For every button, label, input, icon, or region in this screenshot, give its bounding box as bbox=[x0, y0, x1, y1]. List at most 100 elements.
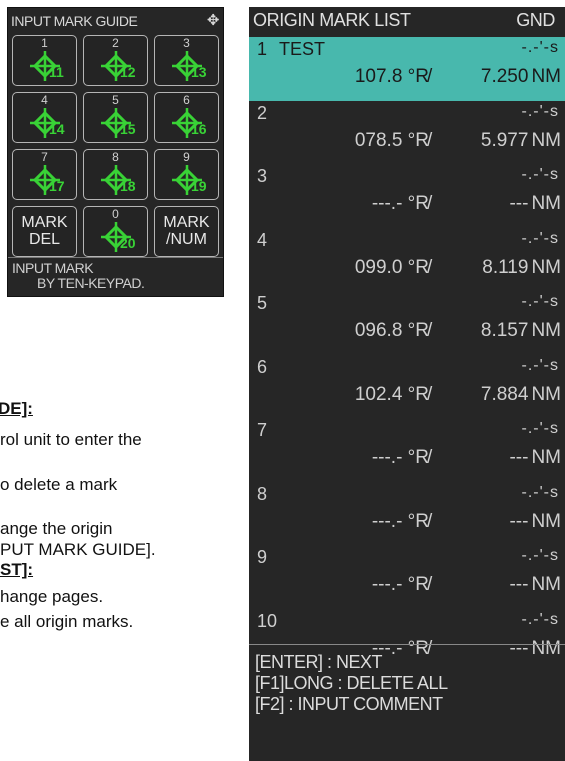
distance-value: 8.119 bbox=[482, 256, 529, 278]
doc-line-2: o delete a mark bbox=[0, 475, 118, 494]
mark-number: 16 bbox=[191, 121, 207, 137]
row-number: 8 bbox=[257, 483, 268, 504]
gnd-value: -.-'-s bbox=[521, 483, 559, 501]
mark-number: 12 bbox=[120, 64, 136, 80]
distance: 8.157 NM bbox=[481, 320, 561, 342]
key-number: 0 bbox=[112, 207, 119, 221]
row-number: 1 bbox=[257, 39, 268, 59]
distance-value: --- bbox=[509, 574, 529, 595]
list-footer: [ENTER] : NEXT [F1]LONG : DELETE ALL [F2] … bbox=[249, 644, 565, 761]
distance-value: --- bbox=[509, 447, 529, 468]
separator-slash: / bbox=[427, 574, 433, 595]
mark-number: 14 bbox=[49, 121, 65, 137]
row-number: 2 bbox=[257, 102, 268, 123]
distance-value: 5.977 bbox=[480, 129, 529, 151]
origin-mark-row[interactable]: 8 -.-'-s ---.- °R / --- NM bbox=[249, 482, 565, 546]
keypad-key-0[interactable]: 0 20 bbox=[83, 206, 148, 257]
key-number: 9 bbox=[183, 150, 190, 164]
key-number: 6 bbox=[183, 93, 190, 107]
guide-footer: INPUT MARK BY TEN-KEYPAD. bbox=[8, 257, 223, 296]
distance: --- NM bbox=[509, 447, 561, 469]
distance-unit: NM bbox=[531, 320, 561, 341]
bearing-value: ---.- °R bbox=[371, 447, 429, 468]
row-number: 3 bbox=[257, 166, 268, 186]
origin-mark-row[interactable]: 6 -.-'-s 102.4 °R/ 7.884 NM bbox=[249, 355, 565, 419]
keypad-key-5[interactable]: 5 15 bbox=[83, 92, 148, 143]
keypad-key-9[interactable]: 9 19 bbox=[154, 149, 219, 200]
gnd-value: -.-'-s bbox=[521, 166, 559, 183]
keypad-key-8[interactable]: 8 18 bbox=[83, 149, 148, 200]
keypad-key-6[interactable]: 6 16 bbox=[154, 92, 219, 143]
distance-unit: NM bbox=[531, 574, 561, 595]
mark-number: 19 bbox=[191, 178, 207, 194]
distance-value: --- bbox=[509, 510, 529, 532]
mark-del-label: MARK DEL bbox=[21, 214, 68, 248]
row-number: 5 bbox=[257, 293, 268, 313]
distance-value: --- bbox=[509, 193, 529, 214]
mark-number: 18 bbox=[120, 178, 136, 194]
gnd-value: -.-'-s bbox=[521, 547, 559, 564]
list-footer-line-3: [F2] : INPUT COMMENT bbox=[255, 694, 443, 714]
origin-mark-row[interactable]: 9 -.-'-s ---.- °R / --- NM bbox=[249, 545, 565, 609]
separator-slash: / bbox=[427, 510, 433, 532]
bearing-value: ---.- °R bbox=[371, 510, 429, 532]
gnd-value: -.-'-s bbox=[521, 229, 559, 247]
doc-line-1: rol unit to enter the bbox=[0, 430, 142, 449]
distance-unit: NM bbox=[531, 193, 561, 214]
gnd-label: GND bbox=[516, 10, 555, 30]
mark-number: 20 bbox=[120, 235, 136, 251]
doc-line-3: ange the origin bbox=[0, 519, 113, 538]
distance-unit: NM bbox=[531, 510, 561, 532]
bearing-value: ---.- °R bbox=[371, 574, 429, 595]
mark-del-button[interactable]: MARK DEL bbox=[12, 206, 77, 257]
separator-slash: / bbox=[427, 193, 433, 214]
guide-footer-line1: INPUT MARK bbox=[12, 260, 94, 276]
gnd-value: -.-'-s bbox=[521, 39, 559, 56]
input-mark-guide-panel: INPUT MARK GUIDE ✥ 1 11 2 12 3 13 4 14 5 15 6 16 7 17… bbox=[7, 7, 224, 297]
doc-heading-1: DE]: bbox=[0, 399, 33, 418]
bearing-value: 078.5 °R bbox=[354, 129, 429, 151]
key-number: 2 bbox=[112, 36, 119, 50]
distance: 8.119 NM bbox=[482, 257, 561, 279]
row-number: 7 bbox=[257, 420, 268, 440]
distance-value: 7.884 bbox=[480, 383, 529, 405]
origin-mark-row[interactable]: 7 -.-'-s ---.- °R / --- NM bbox=[249, 418, 565, 482]
origin-mark-rows: 1 TEST -.-'-s 107.8 °R/7.250 NM 2 -.-'-s 078.5 … bbox=[249, 37, 565, 672]
distance: 7.884 NM bbox=[481, 384, 561, 406]
ten-keypad: 1 11 2 12 3 13 4 14 5 15 6 16 7 17 8 18 9 19 MARK DEL 0 20 MA… bbox=[12, 35, 219, 257]
gnd-value: -.-'-s bbox=[521, 102, 559, 120]
distance-unit: NM bbox=[531, 66, 561, 87]
mark-num-button[interactable]: MARK /NUM bbox=[154, 206, 219, 257]
doc-heading-2: ST]: bbox=[0, 560, 34, 579]
keypad-key-4[interactable]: 4 14 bbox=[12, 92, 77, 143]
row-number: 9 bbox=[257, 547, 268, 567]
gnd-value: -.-'-s bbox=[521, 610, 559, 628]
distance: --- NM bbox=[509, 511, 561, 533]
origin-mark-row[interactable]: 3 -.-'-s ---.- °R / --- NM bbox=[249, 164, 565, 228]
keypad-key-7[interactable]: 7 17 bbox=[12, 149, 77, 200]
distance-unit: NM bbox=[531, 256, 561, 278]
keypad-key-2[interactable]: 2 12 bbox=[83, 35, 148, 86]
gnd-value: -.-'-s bbox=[521, 420, 559, 437]
key-number: 3 bbox=[183, 36, 190, 50]
origin-mark-row[interactable]: 4 -.-'-s 099.0 °R/ 8.119 NM bbox=[249, 228, 565, 292]
separator-slash: / bbox=[427, 320, 433, 341]
distance: 7.250 NM bbox=[481, 66, 561, 88]
bearing-value: 096.8 °R bbox=[354, 320, 429, 341]
separator-slash: / bbox=[427, 383, 433, 405]
keypad-key-1[interactable]: 1 11 bbox=[12, 35, 77, 86]
distance: --- NM bbox=[509, 574, 561, 596]
distance-unit: NM bbox=[531, 383, 561, 405]
keypad-key-3[interactable]: 3 13 bbox=[154, 35, 219, 86]
distance-unit: NM bbox=[531, 129, 561, 151]
guide-footer-line2: BY TEN-KEYPAD. bbox=[37, 275, 145, 291]
origin-mark-row[interactable]: 1 TEST -.-'-s 107.8 °R/ 7.250 NM bbox=[249, 37, 565, 101]
origin-mark-row[interactable]: 2 -.-'-s 078.5 °R/ 5.977 NM bbox=[249, 101, 565, 165]
separator-slash: / bbox=[427, 447, 433, 468]
key-number: 7 bbox=[41, 150, 48, 164]
move-arrows-icon[interactable]: ✥ bbox=[207, 11, 220, 31]
bearing-value: ---.- °R bbox=[371, 193, 429, 214]
origin-mark-row[interactable]: 5 -.-'-s 096.8 °R/ 8.157 NM bbox=[249, 291, 565, 355]
separator-slash: / bbox=[427, 129, 433, 151]
mark-number: 13 bbox=[191, 64, 207, 80]
